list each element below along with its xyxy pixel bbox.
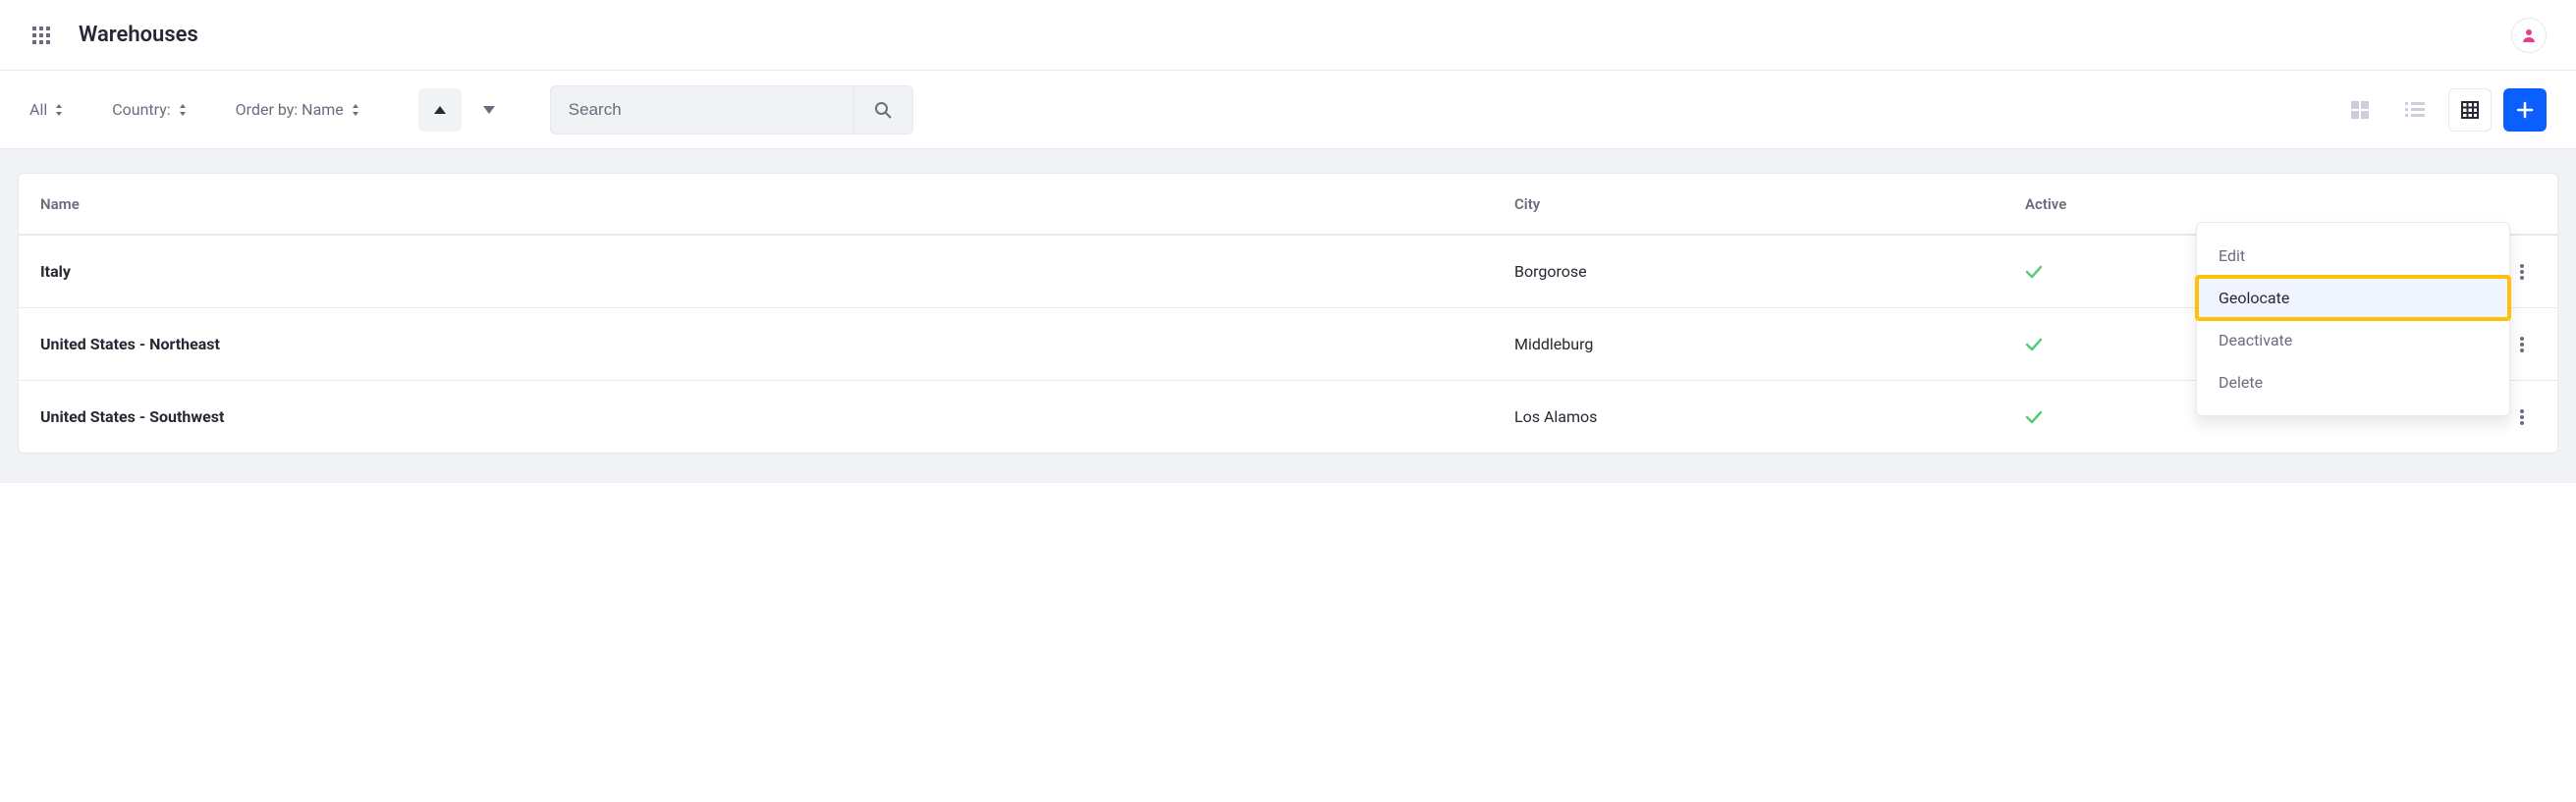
- order-by-label: Order by: Name: [236, 100, 344, 119]
- view-table-button[interactable]: [2448, 88, 2492, 132]
- caret-down-icon: [483, 106, 495, 114]
- caret-sort-icon: [179, 104, 187, 116]
- kebab-icon: [2520, 409, 2524, 425]
- search-icon: [874, 101, 892, 119]
- top-bar: Warehouses: [0, 0, 2576, 71]
- column-header-active[interactable]: Active: [2025, 195, 2467, 213]
- cell-name: United States - Southwest: [40, 407, 1514, 426]
- apps-menu-button[interactable]: [29, 24, 53, 47]
- filter-country-label: Country:: [112, 100, 170, 119]
- cell-name: Italy: [40, 262, 1514, 281]
- menu-item-deactivate[interactable]: Deactivate: [2197, 319, 2509, 361]
- cards-icon: [2351, 101, 2369, 119]
- sort-descending-button[interactable]: [467, 88, 511, 132]
- check-icon: [2025, 265, 2043, 279]
- page-title: Warehouses: [79, 23, 198, 47]
- caret-sort-icon: [55, 104, 63, 116]
- row-actions-button[interactable]: [2508, 403, 2536, 431]
- content-area: Name City Active Italy Borgorose Edit Ge…: [0, 149, 2576, 483]
- table-row[interactable]: Italy Borgorose Edit Geolocate Deactivat…: [19, 235, 2557, 307]
- warehouses-table: Name City Active Italy Borgorose Edit Ge…: [18, 173, 2558, 454]
- search-box: [550, 85, 913, 134]
- view-cards-button[interactable]: [2338, 88, 2382, 132]
- cell-city: Los Alamos: [1514, 407, 2025, 426]
- check-icon: [2025, 338, 2043, 351]
- menu-item-edit[interactable]: Edit: [2197, 235, 2509, 277]
- kebab-icon: [2520, 264, 2524, 280]
- menu-item-delete[interactable]: Delete: [2197, 361, 2509, 403]
- column-header-name[interactable]: Name: [40, 195, 1514, 213]
- sort-ascending-button[interactable]: [418, 88, 462, 132]
- add-button[interactable]: [2503, 88, 2547, 132]
- search-button[interactable]: [853, 86, 912, 134]
- cell-city: Borgorose: [1514, 262, 2025, 281]
- cell-name: United States - Northeast: [40, 335, 1514, 353]
- cell-city: Middleburg: [1514, 335, 2025, 353]
- order-by[interactable]: Order by: Name: [236, 100, 379, 119]
- sort-direction-group: [418, 88, 511, 132]
- user-avatar[interactable]: [2511, 18, 2547, 53]
- view-list-button[interactable]: [2393, 88, 2437, 132]
- user-icon: [2521, 27, 2537, 43]
- grid-icon: [32, 27, 50, 44]
- row-actions-button[interactable]: [2508, 258, 2536, 286]
- caret-sort-icon: [352, 104, 359, 116]
- kebab-icon: [2520, 337, 2524, 352]
- table-row[interactable]: United States - Southwest Los Alamos: [19, 380, 2557, 453]
- column-header-city[interactable]: City: [1514, 195, 2025, 213]
- table-row[interactable]: United States - Northeast Middleburg: [19, 307, 2557, 380]
- filter-all[interactable]: All: [29, 100, 82, 119]
- menu-item-geolocate[interactable]: Geolocate: [2197, 277, 2509, 319]
- plus-icon: [2516, 101, 2534, 119]
- search-input[interactable]: [551, 100, 853, 120]
- row-actions-menu: Edit Geolocate Deactivate Delete: [2196, 222, 2510, 416]
- table-icon: [2461, 101, 2479, 119]
- caret-up-icon: [434, 106, 446, 114]
- list-icon: [2405, 102, 2425, 118]
- row-actions-button[interactable]: [2508, 331, 2536, 358]
- filter-all-label: All: [29, 100, 47, 119]
- filter-country[interactable]: Country:: [112, 100, 205, 119]
- check-icon: [2025, 410, 2043, 424]
- table-header: Name City Active: [19, 174, 2557, 235]
- toolbar: All Country: Order by: Name: [0, 71, 2576, 149]
